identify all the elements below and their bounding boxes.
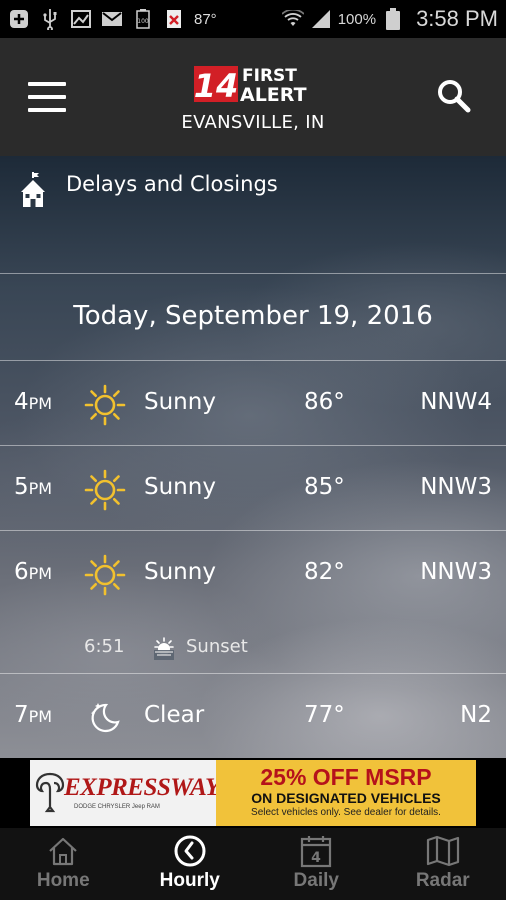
moon-icon	[90, 703, 120, 733]
hour-row-7pm[interactable]: 7PM Clear 77° N2	[0, 675, 506, 759]
ad-brand-sub: DODGE CHRYSLER Jeep RAM	[74, 804, 160, 810]
svg-text:100: 100	[137, 18, 149, 25]
menu-icon	[28, 82, 66, 86]
hour-ampm: PM	[28, 394, 53, 413]
ad-line3: Select vehicles only. See dealer for det…	[251, 807, 441, 818]
ad-brand-panel: EXPRESSWAY DODGE CHRYSLER Jeep RAM	[30, 760, 220, 826]
plus-notification-icon	[8, 9, 30, 29]
chart-notification-icon	[70, 9, 92, 29]
signal-icon	[310, 9, 332, 29]
calendar-icon: 4	[301, 836, 332, 868]
search-icon	[438, 80, 471, 113]
hour-temperature: 77°	[304, 702, 345, 728]
hour-time: 4	[14, 389, 29, 415]
ram-logo-icon	[35, 772, 65, 813]
status-temperature: 87°	[194, 10, 217, 28]
hour-time: 5	[14, 474, 29, 500]
ad-brand: EXPRESSWAY	[64, 774, 220, 801]
sun-icon	[84, 554, 126, 596]
ad-banner[interactable]: EXPRESSWAY DODGE CHRYSLER Jeep RAM 25% O…	[30, 760, 476, 826]
hour-row-6pm[interactable]: 6PM Sunny 82° NNW3	[0, 532, 506, 614]
wifi-icon	[281, 9, 304, 29]
hour-condition: Clear	[144, 702, 205, 728]
hour-ampm: PM	[28, 564, 53, 583]
school-icon	[21, 172, 45, 207]
battery-icon	[382, 8, 404, 30]
tab-home[interactable]: Home	[0, 828, 127, 900]
bottom-nav: Home Hourly 4 Daily Radar	[0, 828, 506, 900]
tab-home-label: Home	[36, 870, 90, 891]
date-header: Today, September 19, 2016	[0, 275, 506, 361]
hour-temperature: 82°	[304, 559, 345, 585]
svg-text:14: 14	[194, 67, 239, 104]
sunset-icon	[154, 637, 174, 660]
hour-row-4pm[interactable]: 4PM Sunny 86° NNW4	[0, 362, 506, 446]
hour-time: 7	[14, 702, 29, 728]
gmail-icon	[101, 9, 123, 29]
ad-area: EXPRESSWAY DODGE CHRYSLER Jeep RAM 25% O…	[0, 758, 506, 828]
delays-and-closings-link[interactable]: Delays and Closings	[0, 156, 506, 274]
hour-wind: NNW3	[420, 559, 492, 585]
hour-wind: N2	[460, 702, 492, 728]
map-icon	[426, 835, 459, 867]
clock-icon	[174, 835, 206, 867]
sun-icon	[84, 384, 126, 426]
hour-ampm: PM	[28, 479, 53, 498]
delays-and-closings-label: Delays and Closings	[66, 172, 278, 196]
battery-percent: 100%	[337, 10, 377, 28]
tab-daily[interactable]: 4 Daily	[253, 828, 380, 900]
tab-radar-label: Radar	[415, 870, 470, 891]
svg-text:ALERT: ALERT	[240, 84, 307, 104]
sunset-time: 6:51	[84, 636, 125, 657]
tab-daily-label: Daily	[293, 870, 339, 891]
close-notification-icon	[163, 9, 185, 29]
battery-full-notification-icon: 100	[132, 9, 154, 29]
hour-wind: NNW4	[420, 389, 492, 415]
sunset-row: 6:51 Sunset	[0, 614, 506, 674]
status-bar: 100 87° 100% 3:58 PM	[0, 0, 506, 38]
tab-radar[interactable]: Radar	[380, 828, 506, 900]
sunset-label: Sunset	[186, 636, 248, 657]
tab-hourly-label: Hourly	[159, 870, 220, 891]
status-time: 3:58 PM	[416, 6, 498, 31]
ad-headline: 25% OFF MSRP	[260, 764, 432, 790]
ad-line2: ON DESIGNATED VEHICLES	[251, 790, 441, 806]
hour-wind: NNW3	[420, 474, 492, 500]
location-label: EVANSVILLE, IN	[181, 112, 325, 133]
ad-offer-panel: 25% OFF MSRP ON DESIGNATED VEHICLES Sele…	[216, 760, 476, 826]
calendar-badge: 4	[311, 850, 321, 866]
search-button[interactable]	[436, 78, 472, 114]
home-icon	[49, 837, 77, 866]
svg-text:FIRST: FIRST	[242, 66, 297, 86]
menu-button[interactable]	[28, 82, 66, 112]
hour-row-5pm[interactable]: 5PM Sunny 85° NNW3	[0, 447, 506, 531]
date-label: Today, September 19, 2016	[73, 301, 433, 331]
tab-hourly[interactable]: Hourly	[127, 828, 254, 900]
hour-temperature: 86°	[304, 389, 345, 415]
hour-condition: Sunny	[144, 559, 216, 585]
hour-condition: Sunny	[144, 474, 216, 500]
first-alert-logo: 14 FIRST ALERT	[194, 66, 307, 104]
hour-temperature: 85°	[304, 474, 345, 500]
usb-icon	[39, 9, 61, 30]
hour-ampm: PM	[28, 707, 53, 726]
hour-condition: Sunny	[144, 389, 216, 415]
app-header: 14 FIRST ALERT EVANSVILLE, IN	[0, 38, 506, 156]
sun-icon	[84, 469, 126, 511]
hour-time: 6	[14, 559, 29, 585]
